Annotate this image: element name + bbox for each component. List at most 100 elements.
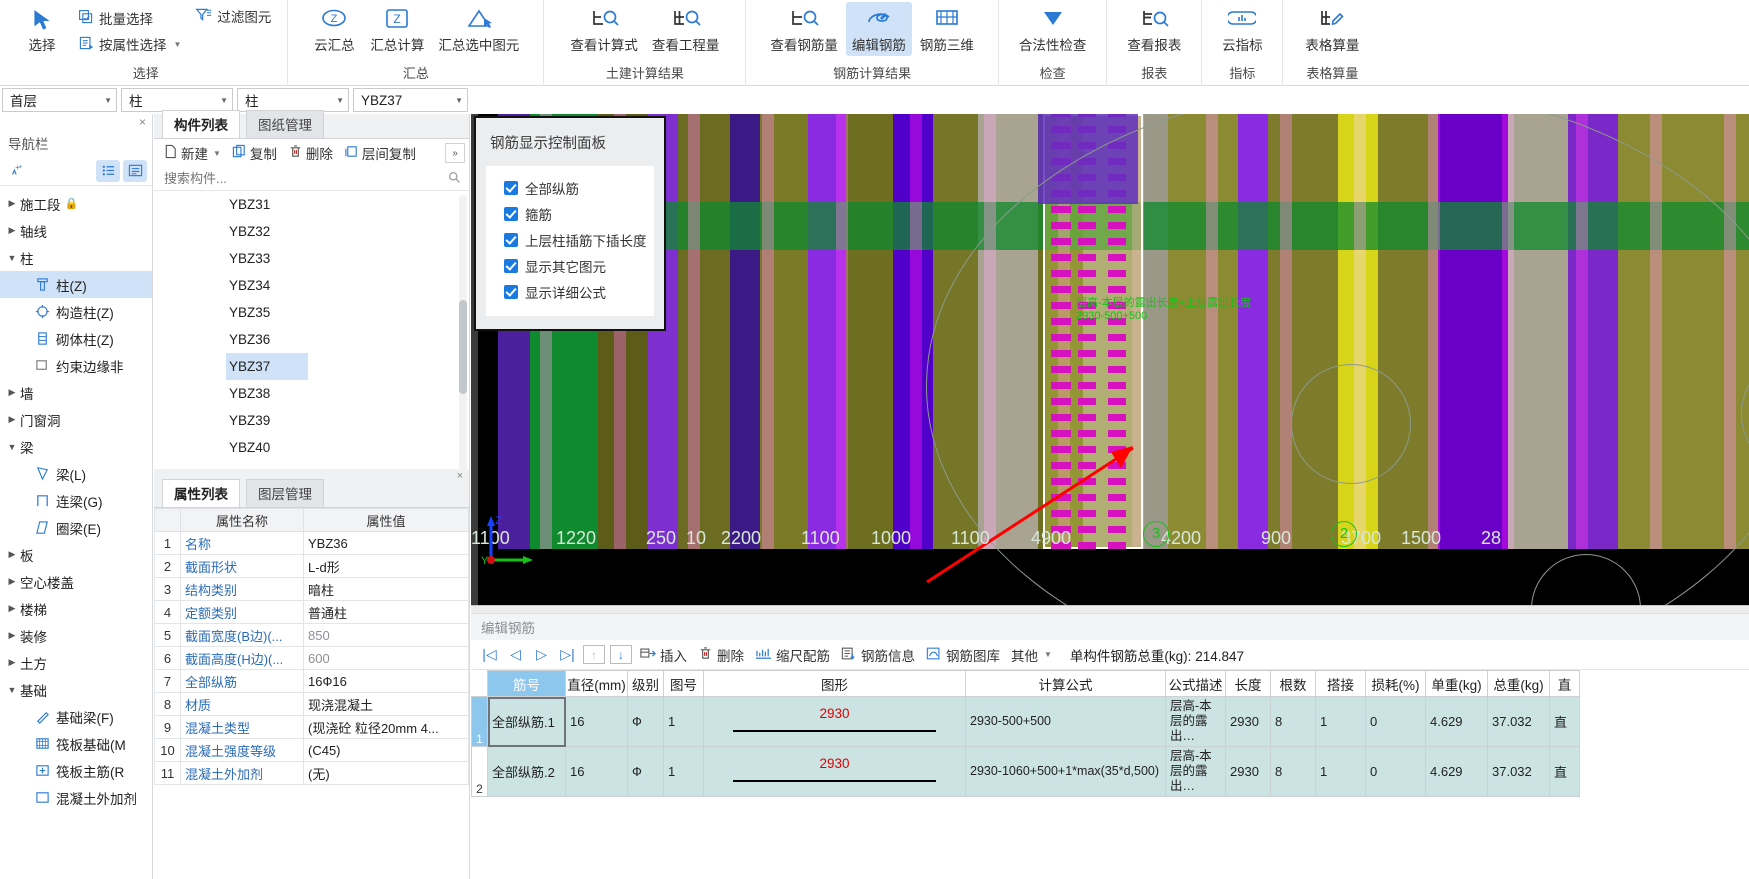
next-record-icon[interactable]: ▷ — [529, 644, 554, 666]
new-component-button[interactable]: 新建 ▼ — [158, 141, 226, 165]
property-row-value[interactable]: (无) — [303, 761, 469, 785]
chevron-right-icon[interactable]: ▶ — [4, 414, 20, 425]
checkbox-icon[interactable] — [504, 207, 518, 221]
component-list-item[interactable]: YBZ33 — [154, 245, 469, 272]
property-row[interactable]: 11 混凝土外加剂 (无) — [154, 761, 469, 785]
component-list-item[interactable]: YBZ32 — [154, 218, 469, 245]
delete-row-button[interactable]: 删除 — [693, 643, 749, 667]
property-row[interactable]: 2 截面形状 L-d形 — [154, 554, 469, 578]
nav-tree-item-6[interactable]: 约束边缘非 — [0, 352, 152, 379]
grid-cell[interactable]: 4.629 — [1425, 746, 1488, 797]
property-row[interactable]: 4 定额类别 普通柱 — [154, 600, 469, 624]
tab-drawing-management[interactable]: 图纸管理 — [246, 110, 324, 138]
last-record-icon[interactable]: ▷| — [555, 644, 580, 666]
chevron-down-icon[interactable]: ▼ — [4, 442, 20, 452]
rebar-option-4[interactable]: 显示详细公式 — [504, 279, 654, 305]
nav-tree-item-20[interactable]: 筏板基础(M — [0, 730, 152, 757]
grid-cell[interactable]: 直 — [1549, 746, 1580, 797]
summary-calc-button[interactable]: Z 汇总计算 — [364, 2, 430, 56]
type-select[interactable]: 柱 ▼ — [237, 88, 349, 112]
property-row-value[interactable]: 普通柱 — [303, 600, 469, 624]
checkbox-icon[interactable] — [504, 233, 518, 247]
component-list-scrollbar[interactable] — [459, 195, 467, 472]
rebar-library-button[interactable]: 钢筋图库 — [921, 643, 1005, 667]
component-list-item[interactable]: YBZ36 — [154, 326, 469, 353]
nav-tree-item-5[interactable]: 砌体柱(Z) — [0, 325, 152, 352]
grid-cell[interactable]: 16 — [565, 746, 628, 797]
other-menu-button[interactable]: 其他 ▼ — [1006, 643, 1057, 667]
grid-cell[interactable]: 0 — [1365, 696, 1426, 747]
grid-cell[interactable]: 37.032 — [1487, 696, 1550, 747]
nav-tree-item-0[interactable]: ▶ 施工段 🔒 — [0, 190, 152, 217]
grid-col-header[interactable]: 总重(kg) — [1487, 670, 1550, 697]
nav-tree-item-11[interactable]: 连梁(G) — [0, 487, 152, 514]
nav-tree-item-12[interactable]: 圈梁(E) — [0, 514, 152, 541]
property-row-value[interactable]: 暗柱 — [303, 577, 469, 601]
property-row[interactable]: 9 混凝土类型 (现浇砼 粒径20mm 4... — [154, 715, 469, 739]
detail-view-icon[interactable] — [123, 159, 147, 182]
grid-cell[interactable]: 2930 — [703, 746, 966, 797]
tab-layer-management[interactable]: 图层管理 — [246, 479, 324, 507]
grid-cell[interactable]: 层高-本层的露出… — [1165, 696, 1226, 747]
list-view-icon[interactable] — [96, 159, 120, 182]
nav-panel-close-button[interactable]: × — [0, 114, 152, 130]
nav-tree-item-13[interactable]: ▶ 板 — [0, 541, 152, 568]
component-list-item[interactable]: YBZ37 — [226, 353, 308, 380]
grid-cell[interactable]: Ф — [627, 696, 664, 747]
nav-tree-item-22[interactable]: 混凝土外加剂 — [0, 784, 152, 811]
nav-tree-item-9[interactable]: ▼ 梁 — [0, 433, 152, 460]
property-row-value[interactable]: 850 — [303, 623, 469, 647]
delete-component-button[interactable]: 删除 — [283, 141, 338, 165]
rebar-info-button[interactable]: 钢筋信息 — [836, 643, 920, 667]
view-rebar-qty-button[interactable]: 查看钢筋量 — [764, 2, 844, 56]
grid-col-header[interactable]: 级别 — [627, 670, 664, 697]
nav-tree-item-3[interactable]: 柱(Z) — [0, 271, 152, 298]
search-icon[interactable] — [448, 171, 461, 187]
grid-col-header[interactable]: 长度 — [1225, 670, 1271, 697]
rebar-3d-button[interactable]: 钢筋三维 — [914, 2, 980, 56]
nav-tree-item-7[interactable]: ▶ 墙 — [0, 379, 152, 406]
component-list-item[interactable]: YBZ35 — [154, 299, 469, 326]
nav-tree-item-14[interactable]: ▶ 空心楼盖 — [0, 568, 152, 595]
more-tools-button[interactable]: » — [445, 143, 465, 163]
cloud-indicator-button[interactable]: 云指标 — [1214, 2, 1270, 56]
chevron-down-icon[interactable]: ▼ — [4, 685, 20, 695]
grid-col-header[interactable]: 公式描述 — [1165, 670, 1226, 697]
checkbox-icon[interactable] — [504, 181, 518, 195]
grid-cell[interactable]: 全部纵筋.2 — [487, 746, 566, 797]
component-list-item[interactable]: YBZ31 — [154, 191, 469, 218]
grid-col-header[interactable]: 搭接 — [1315, 670, 1366, 697]
grid-cell[interactable]: 层高-本层的露出… — [1165, 746, 1226, 797]
property-row-value[interactable]: (现浇砼 粒径20mm 4... — [303, 715, 469, 739]
rebar-option-3[interactable]: 显示其它图元 — [504, 253, 654, 279]
property-row[interactable]: 3 结构类别 暗柱 — [154, 577, 469, 601]
grid-cell[interactable]: 2930-500+500 — [965, 696, 1166, 747]
chevron-right-icon[interactable]: ▶ — [4, 225, 20, 236]
rebar-display-control-dialog[interactable]: 钢筋显示控制面板 全部纵筋 箍筋 上层柱插筋下插长度 显示其它图元 显示详细公式 — [474, 116, 666, 331]
chevron-down-icon[interactable]: ▼ — [174, 40, 182, 49]
scale-rebar-button[interactable]: 缩尺配筋 — [750, 643, 835, 667]
select-button[interactable]: 选择 — [14, 2, 70, 56]
table-row[interactable]: 2 全部纵筋.2 16 Ф 1 2930 2930-1060+500+1*max(35*d,… — [471, 746, 1580, 797]
move-down-icon[interactable]: ↓ — [610, 645, 632, 664]
view-formula-button[interactable]: 查看计算式 — [564, 2, 644, 56]
grid-col-header[interactable]: 单重(kg) — [1425, 670, 1488, 697]
grid-cell[interactable]: 37.032 — [1487, 746, 1550, 797]
grid-cell[interactable]: 1 — [1315, 696, 1366, 747]
property-row-value[interactable]: 16Ф16 — [303, 669, 469, 693]
property-row[interactable]: 10 混凝土强度等级 (C45) — [154, 738, 469, 762]
chevron-down-icon[interactable]: ▼ — [213, 149, 221, 158]
tab-component-list[interactable]: 构件列表 — [162, 110, 240, 138]
grid-col-header[interactable]: 直 — [1549, 670, 1580, 697]
grid-cell[interactable]: 直 — [1549, 696, 1580, 747]
rebar-option-0[interactable]: 全部纵筋 — [504, 175, 654, 201]
grid-cell[interactable]: 16 — [565, 696, 628, 747]
grid-cell[interactable]: 4.629 — [1425, 696, 1488, 747]
grid-col-header[interactable]: 图形 — [703, 670, 966, 697]
grid-cell[interactable]: 1 — [663, 746, 704, 797]
grid-cell[interactable]: 1 — [663, 696, 704, 747]
grid-cell[interactable]: 2930 — [1225, 696, 1271, 747]
add-sparkle-icon[interactable]: + + — [5, 160, 29, 182]
property-row-value[interactable]: 600 — [303, 646, 469, 670]
nav-tree-item-1[interactable]: ▶ 轴线 — [0, 217, 152, 244]
